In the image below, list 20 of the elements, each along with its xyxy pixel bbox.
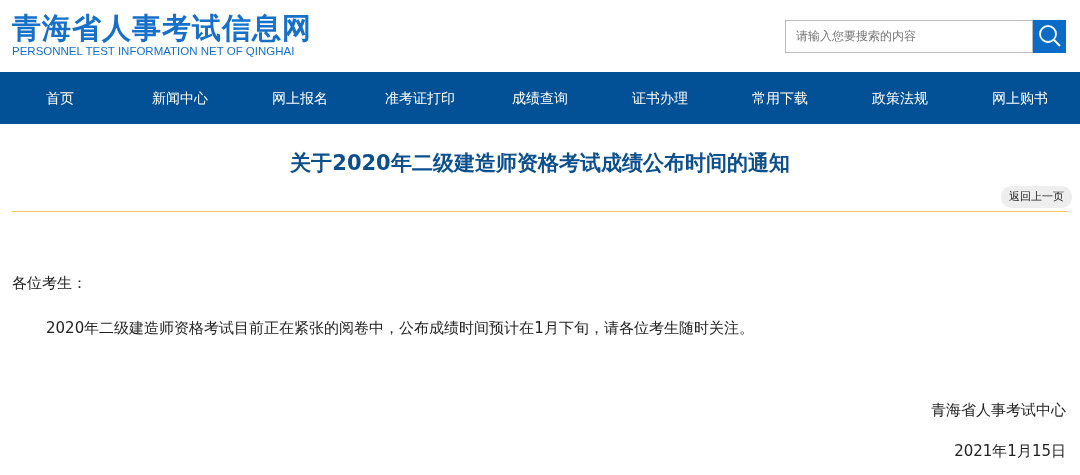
search-field[interactable]: 请输入您要搜索的内容: [785, 19, 1033, 53]
nav-link[interactable]: 准考证打印: [360, 87, 480, 109]
site-logo-title[interactable]: 青海省人事考试信息网: [12, 13, 312, 44]
search-button[interactable]: [1033, 19, 1066, 53]
nav-link[interactable]: 网上购书: [960, 87, 1080, 109]
nav-link[interactable]: 政策法规: [840, 87, 960, 109]
search-icon: [1037, 24, 1062, 48]
site-logo-subtitle: PERSONNEL TEST INFORMATION NET OF QINGHAI: [12, 43, 296, 59]
signature-text: 青海省人事考试中心: [931, 400, 1066, 421]
nav-link[interactable]: 成绩查询: [480, 87, 600, 109]
greeting-text: 各位考生：: [12, 273, 87, 294]
article-title: 关于2020年二级建造师资格考试成绩公布时间的通知: [290, 151, 790, 175]
date-text: 2021年1月15日: [954, 440, 1066, 462]
body-paragraph: 2020年二级建造师资格考试目前正在紧张的阅卷中，公布成绩时间预计在1月下旬，请各位考生随时关注。: [46, 317, 754, 339]
nav-link[interactable]: 首页: [0, 87, 120, 109]
nav-link[interactable]: 证书办理: [600, 87, 720, 109]
nav-link[interactable]: 常用下载: [720, 87, 840, 109]
nav-link[interactable]: 网上报名: [240, 87, 360, 109]
back-button[interactable]: 返回上一页: [1001, 185, 1072, 208]
nav-link[interactable]: 新闻中心: [120, 87, 240, 109]
